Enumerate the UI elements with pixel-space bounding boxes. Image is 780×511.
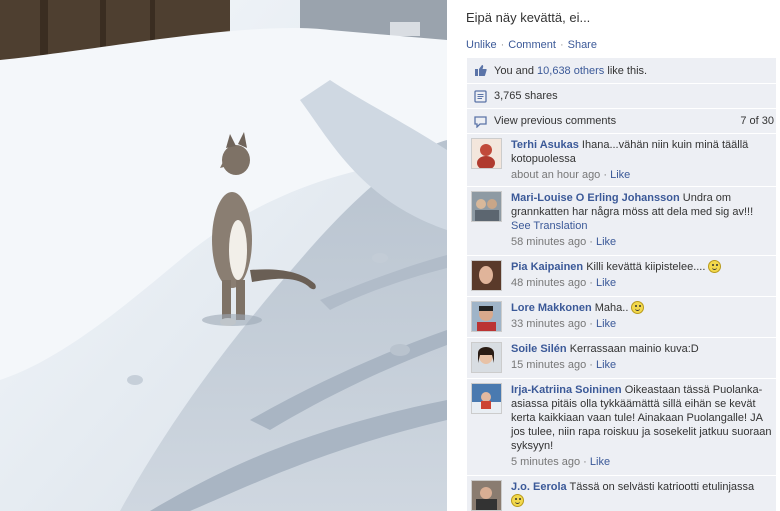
comment-count: 7 of 30 — [740, 115, 774, 127]
like-link[interactable]: Like — [596, 236, 616, 248]
avatar-image — [472, 302, 501, 331]
comment-text: Killi kevättä kiipistelee.... — [586, 261, 706, 273]
comment-item: Irja-Katriina Soininen Oikeastaan tässä … — [467, 379, 776, 476]
commenter-name[interactable]: J.o. Eerola — [511, 481, 567, 493]
comment-text: Tässä on selvästi katriootti etulinjassa — [569, 481, 755, 493]
comment-item: Pia Kaipainen Killi kevättä kiipistelee.… — [467, 256, 776, 297]
feedback-panel: You and 10,638 others like this. 3,765 s… — [467, 58, 776, 511]
smiley-icon — [631, 301, 645, 314]
avatar[interactable] — [471, 191, 502, 222]
comment-item: Lore Makkonen Maha.. 33 minutes ago · Li… — [467, 297, 776, 338]
comment-time[interactable]: 5 minutes ago — [511, 456, 580, 468]
avatar[interactable] — [471, 342, 502, 373]
comment-link[interactable]: Comment — [508, 39, 556, 51]
likes-row: You and 10,638 others like this. — [467, 58, 776, 84]
commenter-name[interactable]: Soile Silén — [511, 343, 567, 355]
avatar-image — [472, 261, 501, 290]
smiley-icon — [708, 260, 722, 273]
separator: · — [500, 39, 505, 51]
comment-time[interactable]: about an hour ago — [511, 169, 600, 181]
shares-link[interactable]: 3,765 shares — [494, 90, 558, 102]
avatar-image — [472, 192, 501, 221]
separator: · — [559, 39, 564, 51]
like-link[interactable]: Like — [596, 318, 616, 330]
view-previous-comments-link[interactable]: View previous comments — [494, 115, 616, 127]
comment-time[interactable]: 33 minutes ago — [511, 318, 586, 330]
avatar-image — [472, 343, 501, 372]
commenter-name[interactable]: Terhi Asukas — [511, 139, 579, 151]
comment-text: Maha.. — [594, 302, 629, 314]
commenter-name[interactable]: Lore Makkonen — [511, 302, 592, 314]
post-actions: Unlike · Comment · Share — [466, 39, 597, 51]
avatar-image — [472, 481, 501, 510]
comment-time[interactable]: 58 minutes ago — [511, 236, 586, 248]
shares-row: 3,765 shares — [467, 84, 776, 109]
comment-text: Kerrassaan mainio kuva:D — [569, 343, 699, 355]
avatar[interactable] — [471, 480, 502, 511]
likes-prefix: You and — [494, 64, 538, 77]
post-sidebar: Eipä näy kevättä, ei... Unlike · Comment · S… — [447, 0, 780, 511]
smiley-icon — [511, 494, 524, 507]
avatar[interactable] — [471, 383, 502, 414]
post-caption: Eipä näy kevättä, ei... — [466, 10, 591, 25]
avatar[interactable] — [471, 260, 502, 291]
comment-item: J.o. Eerola Tässä on selvästi katriootti… — [467, 476, 776, 511]
comment-item: Mari-Louise O Erling Johansson Undra om … — [467, 187, 776, 256]
share-link[interactable]: Share — [568, 39, 597, 51]
comment-time[interactable]: 48 minutes ago — [511, 277, 586, 289]
likes-text: You and 10,638 others like this. — [494, 65, 647, 77]
avatar[interactable] — [471, 301, 502, 332]
avatar[interactable] — [471, 138, 502, 169]
cat-in-snow-image — [0, 0, 447, 511]
comment-time[interactable]: 15 minutes ago — [511, 359, 586, 371]
share-icon — [474, 89, 487, 103]
unlike-link[interactable]: Unlike — [466, 39, 497, 51]
commenter-name[interactable]: Mari-Louise O Erling Johansson — [511, 192, 680, 204]
avatar-image — [472, 384, 501, 413]
comment-item: Terhi Asukas Ihana...vähän niin kuin min… — [467, 134, 776, 187]
likes-suffix: like this. — [604, 64, 648, 77]
thumbs-up-icon — [475, 65, 487, 76]
likes-others-link[interactable]: 10,638 others — [537, 65, 604, 77]
comment-item: Soile Silén Kerrassaan mainio kuva:D 15 … — [467, 338, 776, 379]
view-previous-row: View previous comments 7 of 30 — [467, 109, 776, 134]
like-link[interactable]: Like — [596, 277, 616, 289]
see-translation-link[interactable]: See Translation — [511, 220, 587, 232]
post-photo[interactable] — [0, 0, 447, 511]
avatar-image — [472, 139, 501, 168]
like-link[interactable]: Like — [590, 456, 610, 468]
commenter-name[interactable]: Pia Kaipainen — [511, 261, 583, 273]
comment-bubble-icon — [474, 115, 487, 128]
commenter-name[interactable]: Irja-Katriina Soininen — [511, 384, 622, 396]
like-link[interactable]: Like — [610, 169, 630, 181]
like-link[interactable]: Like — [596, 359, 616, 371]
